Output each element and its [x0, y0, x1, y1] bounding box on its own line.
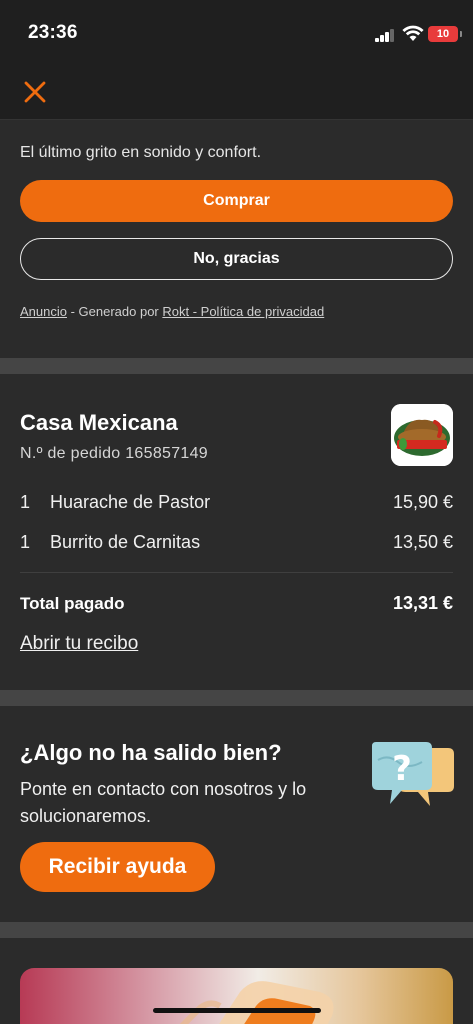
- decline-button[interactable]: No, gracias: [20, 238, 453, 280]
- home-indicator: [153, 1008, 321, 1013]
- ad-footer-text: - Generado por: [66, 304, 163, 319]
- cellular-signal-icon: [375, 28, 397, 42]
- restaurant-name: Casa Mexicana: [20, 410, 178, 435]
- wifi-icon: [402, 25, 424, 41]
- provider-privacy-link[interactable]: Rokt - Política de privacidad: [162, 304, 324, 319]
- order-item-row: 1 Huarache de Pastor 15,90 €: [20, 492, 453, 516]
- item-price: 13,50 €: [392, 532, 453, 552]
- item-name: Burrito de Carnitas: [50, 532, 201, 552]
- item-quantity: 1: [20, 532, 31, 552]
- top-bar: [0, 62, 473, 120]
- order-item-row: 1 Burrito de Carnitas 13,50 €: [20, 532, 453, 556]
- help-text: Ponte en contacto con nosotros y lo solu…: [20, 779, 307, 826]
- order-section: Casa Mexicana N.º de pedido 165857149 1 …: [0, 374, 473, 690]
- help-title: ¿Algo no ha salido bien?: [20, 740, 282, 765]
- buy-button[interactable]: Comprar: [20, 180, 453, 222]
- restaurant-logo: [391, 404, 453, 466]
- svg-text:?: ?: [392, 749, 412, 789]
- total-value: 13,31 €: [392, 593, 453, 613]
- ad-footer: Anuncio - Generado por Rokt - Política d…: [20, 304, 324, 319]
- section-divider: [0, 690, 473, 706]
- question-bubble-icon: ?: [372, 742, 454, 806]
- order-separator: [20, 572, 453, 573]
- close-icon[interactable]: [20, 76, 50, 106]
- item-quantity: 1: [20, 492, 31, 512]
- order-number: N.º de pedido 165857149: [20, 445, 209, 462]
- promo-banner-image[interactable]: [20, 968, 453, 1024]
- ad-link[interactable]: Anuncio: [20, 304, 67, 319]
- item-name: Huarache de Pastor: [50, 492, 211, 512]
- status-time: 23:36: [28, 22, 78, 43]
- help-section: ¿Algo no ha salido bien? Ponte en contac…: [0, 706, 473, 922]
- total-label: Total pagado: [20, 594, 125, 613]
- ad-section: El último grito en sonido y confort. Com…: [0, 120, 473, 358]
- section-divider: [0, 922, 473, 938]
- get-help-button[interactable]: Recibir ayuda: [20, 842, 215, 892]
- open-receipt-link[interactable]: Abrir tu recibo: [20, 633, 138, 655]
- item-price: 15,90 €: [392, 492, 453, 512]
- status-bar: 23:36 10: [0, 0, 473, 62]
- battery-icon: 10: [428, 26, 462, 42]
- section-divider: [0, 358, 473, 374]
- ad-tagline: El último grito en sonido y confort.: [20, 144, 262, 161]
